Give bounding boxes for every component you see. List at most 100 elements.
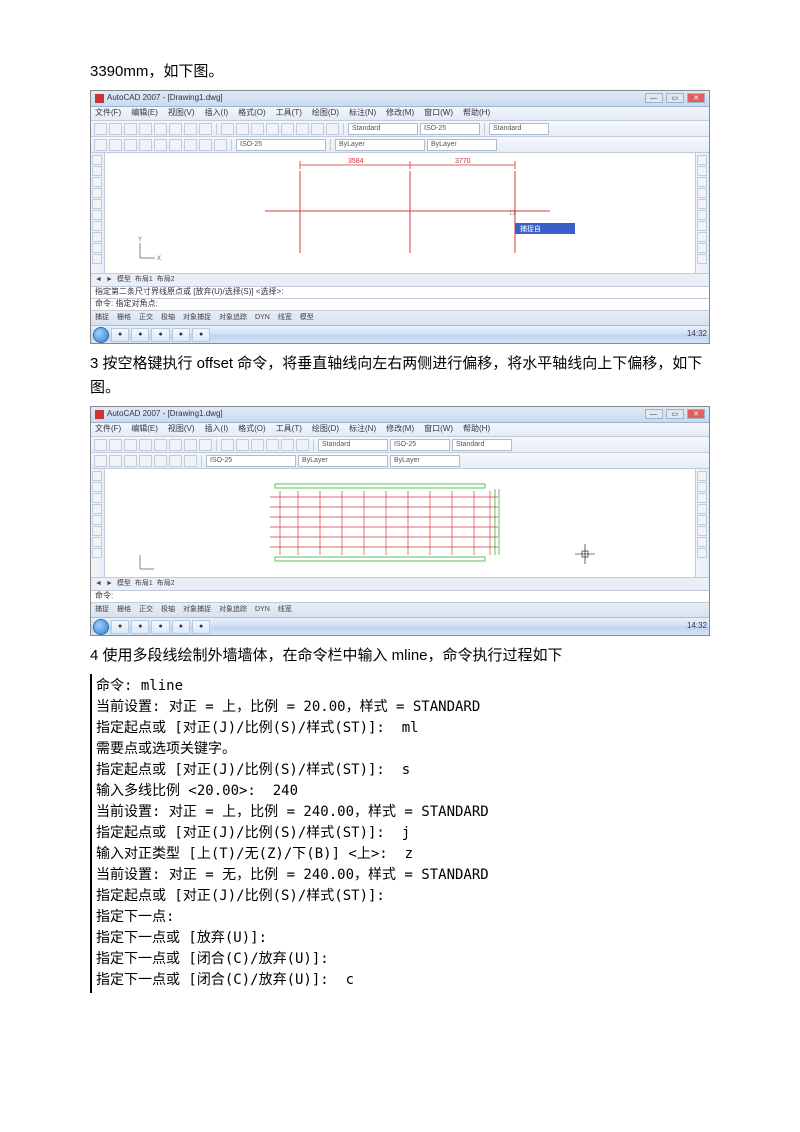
tool-button[interactable] [697, 548, 707, 558]
tool-button[interactable] [154, 139, 167, 151]
tool-button[interactable] [94, 455, 107, 467]
menu-item[interactable]: 格式(O) [238, 423, 266, 436]
tool-button[interactable] [281, 123, 294, 135]
status-toggle[interactable]: 对象追踪 [219, 312, 247, 323]
taskbar-item[interactable]: ● [192, 328, 210, 342]
taskbar-item[interactable]: ● [131, 620, 149, 634]
tool-button[interactable] [92, 504, 102, 514]
style-dropdown[interactable]: Standard [348, 123, 418, 135]
status-toggle[interactable]: 捕捉 [95, 312, 109, 323]
tool-button[interactable] [154, 123, 167, 135]
tool-button[interactable] [124, 439, 137, 451]
tool-button[interactable] [92, 210, 102, 220]
minimize-button[interactable]: — [645, 409, 663, 419]
tool-button[interactable] [94, 139, 107, 151]
tool-button[interactable] [92, 243, 102, 253]
dim-dropdown[interactable]: ISO-25 [390, 439, 450, 451]
menu-item[interactable]: 插入(I) [205, 423, 229, 436]
tool-button[interactable] [697, 515, 707, 525]
maximize-button[interactable]: ▭ [666, 93, 684, 103]
status-toggle[interactable]: DYN [255, 604, 270, 615]
tool-button[interactable] [139, 439, 152, 451]
tool-button[interactable] [154, 439, 167, 451]
tool-button[interactable] [697, 221, 707, 231]
layer-dropdown[interactable]: ISO-25 [236, 139, 326, 151]
tool-button[interactable] [184, 139, 197, 151]
start-button[interactable] [93, 327, 109, 343]
tool-button[interactable] [697, 504, 707, 514]
start-button[interactable] [93, 619, 109, 635]
menu-item[interactable]: 工具(T) [276, 423, 302, 436]
tool-button[interactable] [221, 123, 234, 135]
tool-button[interactable] [697, 526, 707, 536]
tool-button[interactable] [266, 123, 279, 135]
command-line[interactable]: 命令: 指定对角点: [91, 299, 709, 311]
tool-button[interactable] [251, 123, 264, 135]
tool-button[interactable] [94, 439, 107, 451]
tool-button[interactable] [109, 455, 122, 467]
tool-button[interactable] [92, 232, 102, 242]
menu-item[interactable]: 绘图(D) [312, 107, 339, 120]
tool-button[interactable] [199, 139, 212, 151]
tab[interactable]: ◄ [95, 274, 102, 285]
tool-button[interactable] [92, 199, 102, 209]
minimize-button[interactable]: — [645, 93, 663, 103]
tool-button[interactable] [154, 455, 167, 467]
drawing-canvas[interactable]: 3584 3770 捕捉自 Y X □ [105, 153, 695, 273]
tab[interactable]: ◄ [95, 578, 102, 589]
menu-item[interactable]: 修改(M) [386, 423, 414, 436]
status-toggle[interactable]: 线宽 [278, 604, 292, 615]
tool-button[interactable] [184, 123, 197, 135]
status-toggle[interactable]: 捕捉 [95, 604, 109, 615]
tool-button[interactable] [124, 123, 137, 135]
tool-button[interactable] [236, 123, 249, 135]
tool-button[interactable] [697, 166, 707, 176]
tool-button[interactable] [92, 254, 102, 264]
tool-button[interactable] [697, 482, 707, 492]
menu-item[interactable]: 插入(I) [205, 107, 229, 120]
menu-item[interactable]: 文件(F) [95, 423, 121, 436]
menu-item[interactable]: 窗口(W) [424, 107, 453, 120]
menu-item[interactable]: 帮助(H) [463, 107, 490, 120]
tool-button[interactable] [214, 139, 227, 151]
tool-button[interactable] [169, 455, 182, 467]
taskbar-item[interactable]: ● [172, 328, 190, 342]
tool-button[interactable] [697, 537, 707, 547]
tool-button[interactable] [109, 139, 122, 151]
color-dropdown[interactable]: ByLayer [298, 455, 388, 467]
tool-button[interactable] [92, 471, 102, 481]
tool-button[interactable] [697, 188, 707, 198]
tool-button[interactable] [296, 439, 309, 451]
tool-button[interactable] [199, 439, 212, 451]
tool-button[interactable] [697, 155, 707, 165]
status-toggle[interactable]: 模型 [300, 312, 314, 323]
tab-model[interactable]: 模型 [117, 578, 131, 589]
tool-button[interactable] [697, 493, 707, 503]
tool-button[interactable] [92, 515, 102, 525]
tool-button[interactable] [169, 123, 182, 135]
tool-button[interactable] [92, 482, 102, 492]
tool-button[interactable] [92, 188, 102, 198]
menu-item[interactable]: 标注(N) [349, 107, 376, 120]
tool-button[interactable] [169, 439, 182, 451]
command-line[interactable]: 指定第二条尺寸界线原点或 [放弃(U)/选择(S)] <选择>: [91, 287, 709, 299]
tool-button[interactable] [139, 123, 152, 135]
taskbar-item[interactable]: ● [172, 620, 190, 634]
tab[interactable]: ► [106, 578, 113, 589]
tool-button[interactable] [697, 177, 707, 187]
tool-button[interactable] [199, 123, 212, 135]
status-toggle[interactable]: 栅格 [117, 604, 131, 615]
tool-button[interactable] [697, 199, 707, 209]
tool-button[interactable] [184, 455, 197, 467]
taskbar-item[interactable]: ● [192, 620, 210, 634]
style-dropdown-2[interactable]: Standard [452, 439, 512, 451]
menu-item[interactable]: 编辑(E) [131, 423, 158, 436]
status-toggle[interactable]: 正交 [139, 312, 153, 323]
taskbar-item[interactable]: ● [111, 620, 129, 634]
tool-button[interactable] [92, 221, 102, 231]
tab-layout1[interactable]: 布局1 [135, 274, 153, 285]
menu-item[interactable]: 帮助(H) [463, 423, 490, 436]
tool-button[interactable] [697, 210, 707, 220]
status-toggle[interactable]: 对象捕捉 [183, 312, 211, 323]
taskbar-item[interactable]: ● [111, 328, 129, 342]
